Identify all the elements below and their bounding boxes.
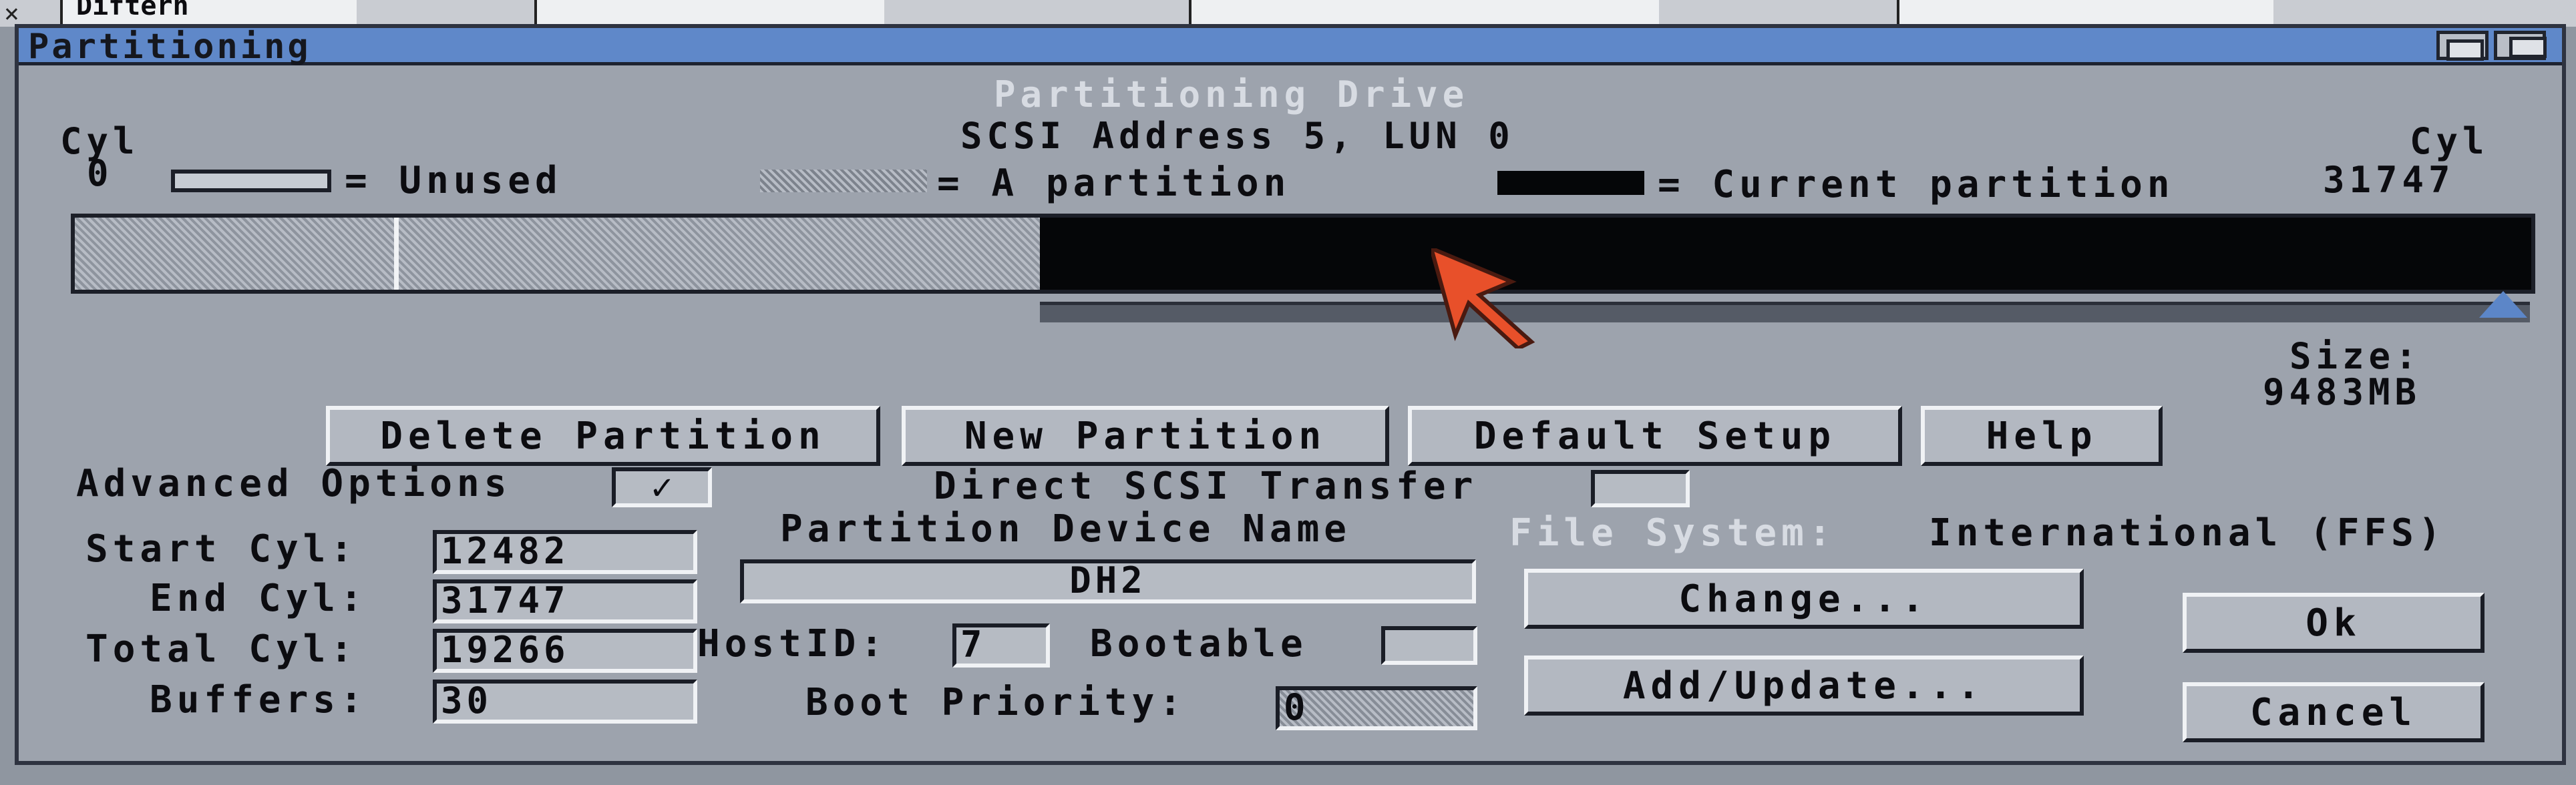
end-marker-icon[interactable]	[2479, 291, 2527, 318]
dialog-heading: Partitioning Drive	[994, 73, 1469, 115]
cyl-right-label: Cyl	[2410, 120, 2489, 162]
total-cyl-field[interactable]: 19266	[433, 629, 697, 673]
existing-partitions[interactable]	[75, 218, 1041, 290]
legend-partition-label: = A partition	[937, 162, 1291, 205]
direct-scsi-label: Direct SCSI Transfer	[934, 465, 1478, 508]
background-window[interactable]	[1189, 0, 1659, 27]
end-cyl-label: End Cyl:	[150, 577, 367, 620]
cancel-button[interactable]: Cancel	[2183, 682, 2485, 742]
file-system-value: International (FFS)	[1929, 511, 2446, 555]
boot-priority-label: Boot Priority:	[805, 681, 1187, 724]
total-cyl-label: Total Cyl:	[85, 627, 358, 671]
bootable-checkbox[interactable]	[1381, 626, 1477, 665]
direct-scsi-checkbox[interactable]	[1591, 470, 1690, 507]
add-update-button[interactable]: Add/Update...	[1524, 656, 2084, 716]
cyl-right-value: 31747	[2323, 159, 2455, 201]
scsi-address: SCSI Address 5, LUN 0	[960, 115, 1515, 157]
change-filesystem-button[interactable]: Change...	[1524, 569, 2084, 629]
background-window[interactable]	[534, 0, 884, 27]
partition-bar[interactable]	[71, 214, 2535, 294]
help-button[interactable]: Help	[1921, 406, 2163, 466]
hostid-label: HostID:	[697, 622, 888, 666]
boot-priority-field[interactable]: 0	[1276, 686, 1477, 730]
current-partition-range[interactable]	[1040, 302, 2530, 322]
window-title: Partitioning	[28, 27, 311, 67]
new-partition-button[interactable]: New Partition	[902, 406, 1389, 466]
end-cyl-field[interactable]: 31747	[433, 579, 697, 623]
file-system-label: File System:	[1509, 511, 1836, 555]
device-name-field[interactable]: DH2	[740, 559, 1476, 603]
legend-current-label: = Current partition	[1658, 163, 2175, 206]
depth-gadget-icon[interactable]	[2436, 31, 2489, 61]
start-cyl-field[interactable]: 12482	[433, 530, 697, 574]
buffers-label: Buffers:	[150, 678, 367, 722]
legend-unused-swatch	[171, 170, 331, 192]
device-name-label: Partition Device Name	[780, 507, 1352, 551]
start-cyl-label: Start Cyl:	[85, 527, 358, 571]
legend-current-swatch	[1497, 171, 1644, 195]
background-window[interactable]: Diftern	[60, 0, 357, 27]
advanced-options-label: Advanced Options	[76, 462, 512, 505]
bootable-label: Bootable	[1090, 622, 1308, 666]
close-icon[interactable]: ×	[4, 0, 19, 27]
hostid-field[interactable]: 7	[952, 623, 1050, 668]
legend-unused-label: = Unused	[345, 159, 562, 202]
cyl-left-value: 0	[87, 152, 114, 194]
title-bar[interactable]: Partitioning	[19, 27, 2562, 67]
size-value: 9483MB	[2263, 371, 2422, 413]
buffers-field[interactable]: 30	[433, 680, 697, 724]
legend-partition-swatch	[760, 170, 927, 192]
partitioning-window: Partitioning Partitioning Drive SCSI Add…	[15, 24, 2566, 765]
background-window-title: Diftern	[76, 0, 189, 21]
background-window[interactable]	[1897, 0, 2273, 27]
partition-boundary[interactable]	[394, 218, 399, 290]
default-setup-button[interactable]: Default Setup	[1408, 406, 1902, 466]
advanced-options-checkbox[interactable]: ✓	[612, 467, 712, 507]
ok-button[interactable]: Ok	[2183, 593, 2485, 653]
mouse-pointer-icon	[1431, 248, 1535, 348]
zoom-gadget-icon[interactable]	[2494, 31, 2547, 60]
delete-partition-button[interactable]: Delete Partition	[326, 406, 880, 466]
